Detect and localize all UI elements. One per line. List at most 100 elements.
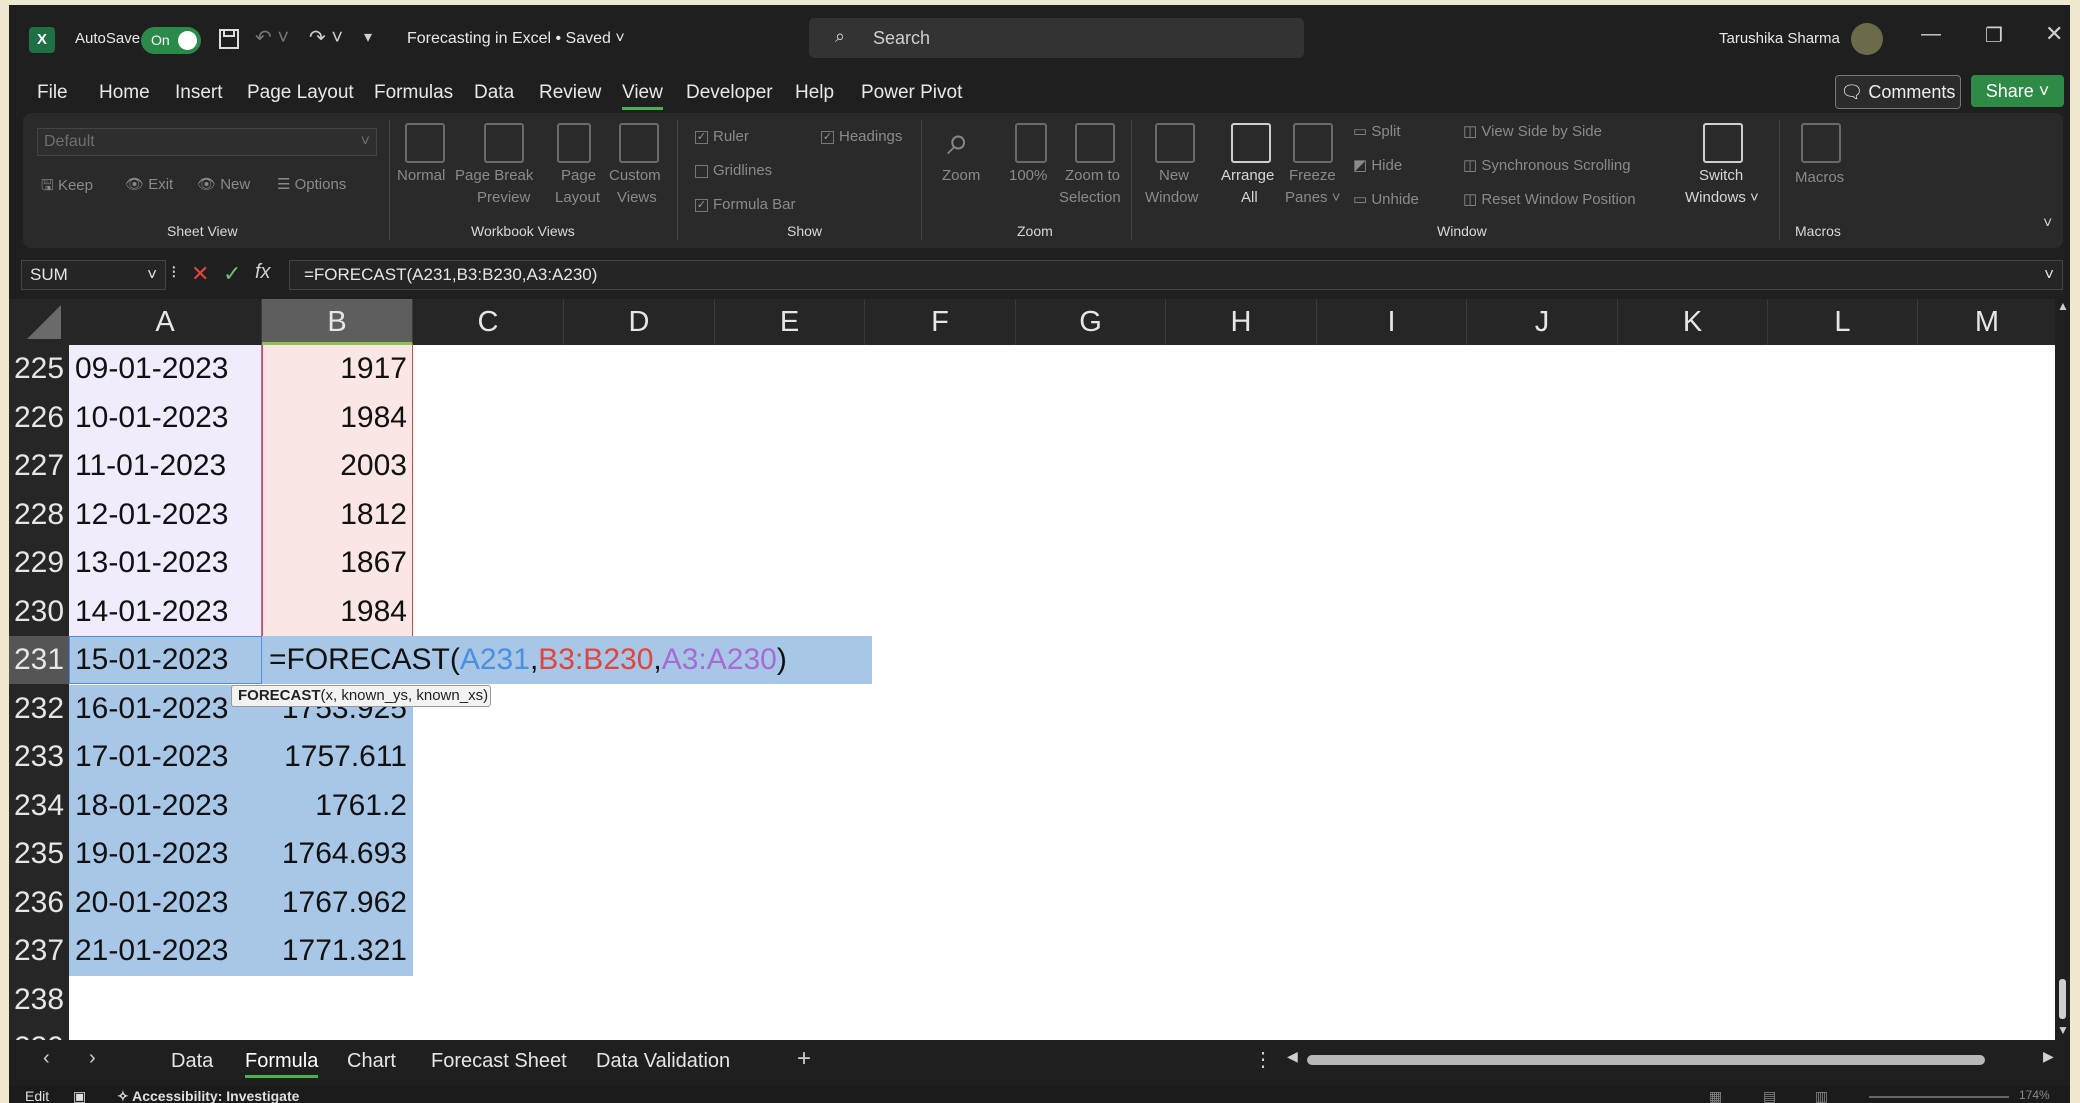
document-title[interactable]: Forecasting in Excel • Saved ˅ (407, 30, 625, 48)
menu-insert[interactable]: Insert (175, 82, 223, 104)
cell-a227[interactable]: 11-01-2023 (69, 442, 262, 490)
next-sheet-icon[interactable]: › (89, 1047, 96, 1070)
menu-formulas[interactable]: Formulas (374, 82, 453, 104)
keep-button[interactable]: 🖫 Keep (41, 175, 93, 200)
scroll-left-icon[interactable]: ◀ (1287, 1048, 1298, 1065)
cell-a233[interactable]: 17-01-2023 (69, 733, 262, 781)
reset-window-position-button[interactable]: ◫ Reset Window Position (1463, 190, 1636, 208)
close-icon[interactable]: ✕ (2045, 21, 2063, 47)
cell-a231[interactable]: 15-01-2023 (69, 636, 262, 684)
cell-a234[interactable]: 18-01-2023 (69, 782, 262, 830)
cell-a229[interactable]: 13-01-2023 (69, 539, 262, 587)
scroll-down-icon[interactable]: ▼ (2057, 1023, 2069, 1037)
row-header[interactable]: 238 (9, 975, 69, 1024)
ruler-checkbox[interactable]: ✓ (695, 131, 708, 144)
column-header-g[interactable]: G (1016, 299, 1166, 345)
unhide-button[interactable]: ▭ Unhide (1353, 190, 1419, 208)
zoom-selection-icon[interactable] (1075, 123, 1115, 163)
tab-forecast-sheet[interactable]: Forecast Sheet (431, 1050, 567, 1073)
zoom-icon[interactable]: ⌕ (947, 119, 969, 164)
cell-a235[interactable]: 19-01-2023 (69, 830, 262, 878)
restore-icon[interactable]: ❐ (1985, 23, 2003, 48)
menu-file[interactable]: File (37, 82, 68, 104)
column-header-d[interactable]: D (564, 299, 715, 345)
menu-help[interactable]: Help (795, 82, 834, 104)
accessibility-status[interactable]: ✧ Accessibility: Investigate (117, 1088, 299, 1103)
menu-developer[interactable]: Developer (686, 82, 773, 104)
cell-b226[interactable]: 1984 (262, 394, 413, 442)
enter-icon[interactable]: ✓ (223, 261, 241, 287)
scroll-right-icon[interactable]: ▶ (2043, 1048, 2054, 1065)
zoom-slider[interactable] (1869, 1096, 2009, 1098)
share-button[interactable]: Share ˅ (1971, 75, 2064, 107)
row-header-active[interactable]: 231 (9, 636, 69, 684)
page-layout-icon[interactable] (557, 123, 591, 163)
cell-a225[interactable]: 09-01-2023 (69, 345, 262, 393)
cell-a237[interactable]: 21-01-2023 (69, 927, 262, 975)
insert-function-icon[interactable]: fx (255, 261, 271, 284)
customize-qat-icon[interactable]: ▾ (364, 27, 372, 47)
custom-views-icon[interactable] (619, 123, 659, 163)
cell-b236[interactable]: 1767.962 (262, 879, 413, 927)
column-header-b[interactable]: B (262, 299, 413, 345)
cell-a236[interactable]: 20-01-2023 (69, 879, 262, 927)
column-header-i[interactable]: I (1317, 299, 1467, 345)
column-header-m[interactable]: M (1918, 299, 2057, 345)
function-tooltip[interactable]: FORECAST(x, known_ys, known_xs) (231, 685, 491, 707)
column-header-f[interactable]: F (865, 299, 1016, 345)
minimize-icon[interactable]: — (1921, 23, 1941, 46)
autosave-toggle[interactable]: On (141, 27, 201, 54)
zoom-100-icon[interactable] (1015, 123, 1047, 163)
menu-review[interactable]: Review (539, 82, 601, 104)
hide-button[interactable]: ◩ Hide (1353, 156, 1402, 174)
page-break-status-icon[interactable]: ▥ (1815, 1088, 1828, 1103)
column-header-c[interactable]: C (413, 299, 564, 345)
new-view-button[interactable]: 👁 New (197, 175, 250, 193)
tab-data-validation[interactable]: Data Validation (596, 1050, 730, 1073)
gridlines-checkbox[interactable] (695, 165, 708, 178)
zoom-level[interactable]: 174% (2019, 1088, 2050, 1102)
headings-checkbox[interactable]: ✓ (821, 131, 834, 144)
scroll-up-icon[interactable]: ▲ (2057, 299, 2069, 313)
add-sheet-icon[interactable]: + (797, 1045, 811, 1073)
more-sheets-icon[interactable]: ⋮ (1253, 1047, 1273, 1072)
menu-power-pivot[interactable]: Power Pivot (861, 82, 962, 104)
column-header-l[interactable]: L (1768, 299, 1918, 345)
synchronous-scrolling-button[interactable]: ◫ Synchronous Scrolling (1463, 156, 1631, 174)
row-header[interactable]: 229 (9, 539, 69, 587)
split-button[interactable]: ▭ Split (1353, 122, 1401, 140)
page-layout-status-icon[interactable]: ▤ (1763, 1088, 1776, 1103)
row-header[interactable]: 230 (9, 587, 69, 636)
switch-windows-icon[interactable] (1703, 123, 1743, 163)
cell-b233[interactable]: 1757.611 (262, 733, 413, 781)
sheet-view-dropdown[interactable]: Default ˅ (37, 128, 377, 156)
tab-data[interactable]: Data (171, 1050, 213, 1073)
more-options-icon[interactable]: ⁝ (171, 262, 177, 283)
view-side-by-side-button[interactable]: ◫ View Side by Side (1463, 122, 1602, 140)
undo-icon[interactable]: ↶ ˅ (255, 25, 289, 50)
cell-b235[interactable]: 1764.693 (262, 830, 413, 878)
menu-data[interactable]: Data (474, 82, 514, 104)
freeze-panes-icon[interactable] (1293, 123, 1333, 163)
cell-a230[interactable]: 14-01-2023 (69, 588, 262, 636)
row-header[interactable]: 236 (9, 878, 69, 927)
cell-b229[interactable]: 1867 (262, 539, 413, 587)
macro-record-icon[interactable]: ▣ (73, 1088, 86, 1103)
column-header-h[interactable]: H (1166, 299, 1317, 345)
tab-chart[interactable]: Chart (347, 1050, 396, 1073)
column-header-j[interactable]: J (1467, 299, 1618, 345)
arrange-all-icon[interactable] (1231, 123, 1271, 163)
cell-b234[interactable]: 1761.2 (262, 782, 413, 830)
collapse-ribbon-icon[interactable]: ˅ (2043, 215, 2052, 233)
tab-formula[interactable]: Formula (245, 1050, 319, 1078)
avatar[interactable] (1851, 23, 1883, 55)
cancel-icon[interactable]: ✕ (191, 261, 209, 287)
row-header[interactable]: 237 (9, 927, 69, 975)
cell-a228[interactable]: 12-01-2023 (69, 491, 262, 539)
row-header[interactable]: 234 (9, 781, 69, 830)
formula-bar-checkbox[interactable]: ✓ (695, 199, 708, 212)
row-header[interactable]: 232 (9, 684, 69, 733)
cell-b228[interactable]: 1812 (262, 491, 413, 539)
row-header[interactable]: 233 (9, 733, 69, 781)
row-header[interactable]: 235 (9, 830, 69, 878)
